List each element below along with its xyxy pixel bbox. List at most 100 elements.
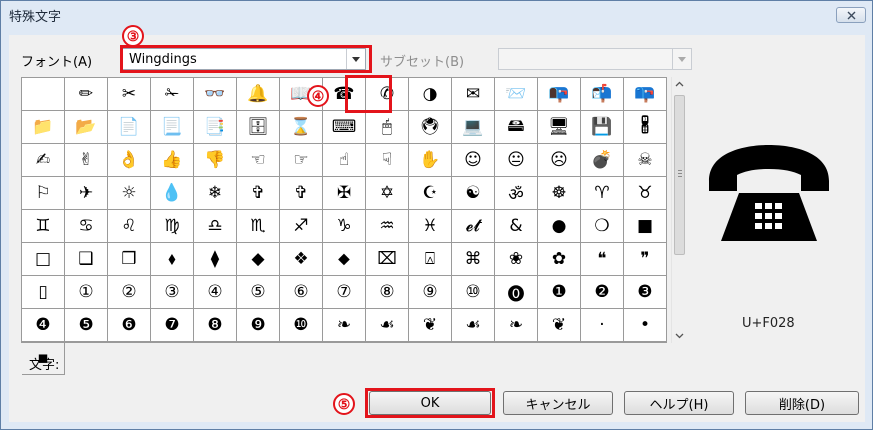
char-cell[interactable]: ♎ [194, 210, 237, 243]
char-cell[interactable]: ✞ [237, 177, 280, 210]
grid-scrollbar[interactable] [671, 77, 687, 343]
char-cell[interactable]: ❻ [108, 309, 151, 342]
char-cell[interactable]: • [624, 309, 667, 342]
char-cell[interactable]: ♌ [108, 210, 151, 243]
char-cell[interactable]: ☙ [452, 309, 495, 342]
char-cell[interactable]: ❷ [581, 276, 624, 309]
char-cell[interactable]: ♑ [323, 210, 366, 243]
char-cell[interactable]: ⍓ [409, 243, 452, 276]
char-cell[interactable]: ♈ [581, 177, 624, 210]
char-cell[interactable]: ❧ [323, 309, 366, 342]
char-cell[interactable]: ☸ [538, 177, 581, 210]
char-cell[interactable]: 📄 [108, 111, 151, 144]
char-cell[interactable]: ⬥ [323, 243, 366, 276]
char-cell[interactable]: ❺ [65, 309, 108, 342]
char-cell[interactable]: ☜ [237, 144, 280, 177]
char-cell[interactable]: ☙ [366, 309, 409, 342]
char-cell[interactable]: ❹ [22, 309, 65, 342]
char-cell[interactable]: 📁 [22, 111, 65, 144]
cancel-button[interactable]: キャンセル [503, 391, 613, 415]
char-cell[interactable]: ✆ [366, 78, 409, 111]
char-cell[interactable]: ❑ [65, 243, 108, 276]
char-cell[interactable]: ■ [624, 210, 667, 243]
char-cell[interactable]: ❶ [538, 276, 581, 309]
char-cell[interactable]: 📭 [538, 78, 581, 111]
char-cell[interactable]: ☝ [323, 144, 366, 177]
char-cell[interactable]: 📑 [194, 111, 237, 144]
char-cell[interactable]: ❦ [409, 309, 452, 342]
char-cell[interactable]: 💧 [151, 177, 194, 210]
char-cell[interactable]: ✡ [366, 177, 409, 210]
scroll-down-button[interactable] [672, 328, 687, 343]
delete-button[interactable]: 削除(D) [745, 391, 859, 415]
char-cell[interactable]: ▯ [22, 276, 65, 309]
char-cell[interactable]: ⑧ [366, 276, 409, 309]
font-combobox[interactable]: Wingdings [122, 48, 366, 70]
char-cell[interactable]: 📨 [495, 78, 538, 111]
char-cell[interactable]: ♐ [280, 210, 323, 243]
char-cell[interactable]: 🖲 [409, 111, 452, 144]
char-cell[interactable]: 🔔 [237, 78, 280, 111]
char-cell[interactable]: ❦ [538, 309, 581, 342]
char-cell[interactable]: ✂ [108, 78, 151, 111]
char-cell[interactable]: ● [538, 210, 581, 243]
subset-combobox[interactable] [498, 48, 692, 70]
char-cell[interactable]: 👓 [194, 78, 237, 111]
char-cell[interactable]: ✿ [538, 243, 581, 276]
char-cell[interactable]: ♏ [237, 210, 280, 243]
char-cell[interactable]: ⌨ [323, 111, 366, 144]
char-cell[interactable]: ✠ [323, 177, 366, 210]
char-cell[interactable]: ☞ [280, 144, 323, 177]
char-cell[interactable]: 📂 [65, 111, 108, 144]
char-cell[interactable]: 🖥 [538, 111, 581, 144]
char-cell[interactable]: 𝓮𝓽 [452, 210, 495, 243]
char-cell[interactable]: ♒ [366, 210, 409, 243]
char-cell[interactable]: ☺ [452, 144, 495, 177]
char-cell[interactable]: □ [22, 243, 65, 276]
char-cell[interactable]: ♋ [65, 210, 108, 243]
char-cell[interactable]: ♓ [409, 210, 452, 243]
char-cell[interactable]: ◆ [237, 243, 280, 276]
char-cell[interactable]: ✍ [22, 144, 65, 177]
char-cell[interactable]: ☪ [409, 177, 452, 210]
char-cell[interactable]: ① [65, 276, 108, 309]
char-cell[interactable]: ✞ [280, 177, 323, 210]
scroll-up-button[interactable] [672, 77, 687, 92]
char-cell[interactable]: ❿ [280, 309, 323, 342]
char-cell[interactable]: 📬 [581, 78, 624, 111]
char-cell[interactable]: ⚐ [22, 177, 65, 210]
char-cell[interactable]: 🖁 [624, 111, 667, 144]
char-cell[interactable]: ⑩ [452, 276, 495, 309]
selected-char-cell[interactable]: ☎ [323, 78, 366, 111]
char-cell[interactable]: ❝ [581, 243, 624, 276]
char-cell[interactable]: 💻 [452, 111, 495, 144]
char-cell[interactable]: ✌ [65, 144, 108, 177]
help-button[interactable]: ヘルプ(H) [624, 391, 734, 415]
char-cell[interactable]: ② [108, 276, 151, 309]
ok-button[interactable]: OK [369, 391, 491, 415]
char-cell[interactable]: ♉ [624, 177, 667, 210]
char-cell[interactable] [22, 78, 65, 111]
char-cell[interactable]: 📃 [151, 111, 194, 144]
char-cell[interactable]: ✉ [452, 78, 495, 111]
char-cell[interactable]: ❼ [151, 309, 194, 342]
char-cell[interactable]: & [495, 210, 538, 243]
char-cell[interactable]: ❾ [237, 309, 280, 342]
char-cell[interactable]: ॐ [495, 177, 538, 210]
scroll-thumb[interactable] [674, 95, 685, 255]
char-cell[interactable]: ⑦ [323, 276, 366, 309]
char-cell[interactable]: ⑤ [237, 276, 280, 309]
char-cell[interactable]: ③ [151, 276, 194, 309]
char-cell[interactable]: 🖴 [495, 111, 538, 144]
char-cell[interactable]: 📪 [624, 78, 667, 111]
char-cell[interactable]: ☹ [538, 144, 581, 177]
close-button[interactable] [836, 7, 866, 23]
char-cell[interactable]: 👎 [194, 144, 237, 177]
char-cell[interactable]: ❖ [280, 243, 323, 276]
char-cell[interactable]: · [581, 309, 624, 342]
char-cell[interactable]: ⌧ [366, 243, 409, 276]
char-cell[interactable]: ⌛ [280, 111, 323, 144]
char-cell[interactable]: ⬧ [151, 243, 194, 276]
char-cell[interactable]: ❄ [194, 177, 237, 210]
char-cell[interactable]: ☼ [108, 177, 151, 210]
